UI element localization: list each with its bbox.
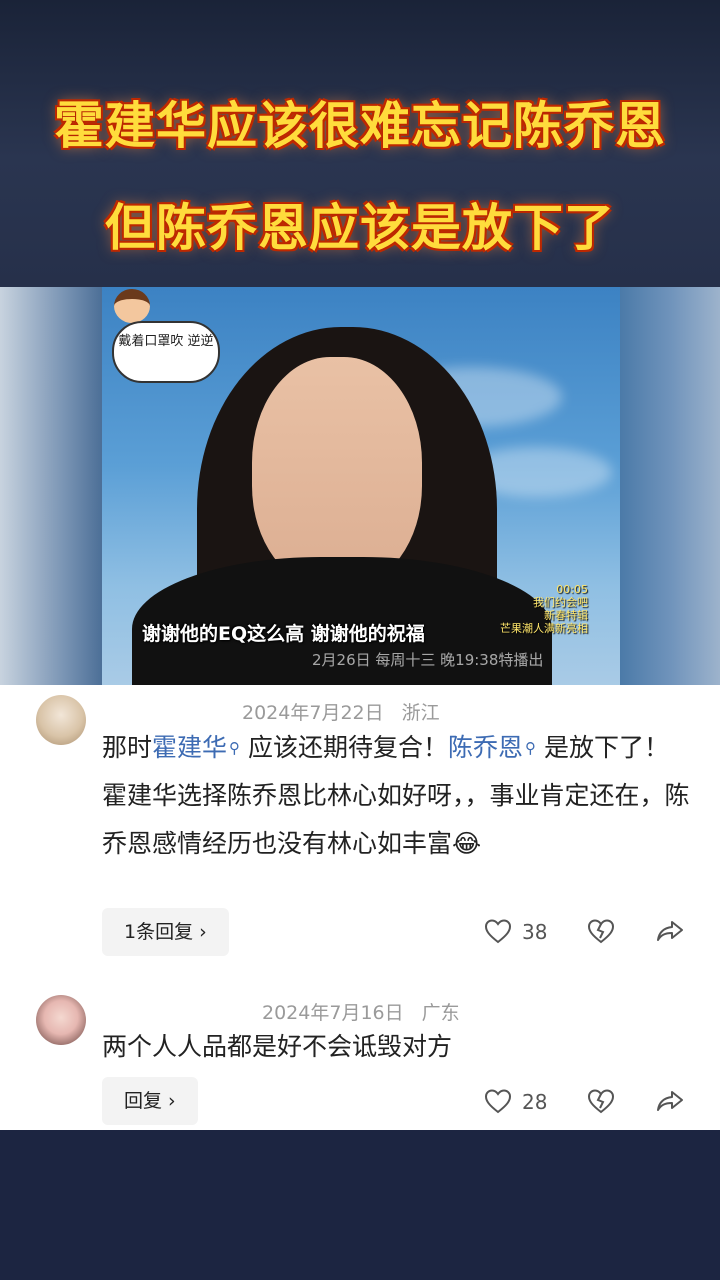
person-face <box>252 357 422 587</box>
cartoon-sticker-icon <box>114 289 150 323</box>
video-subtitle: 谢谢他的EQ这么高 谢谢他的祝福 <box>142 623 425 645</box>
avatar[interactable] <box>36 695 86 745</box>
comment-date: 2024年7月16日 <box>262 1002 404 1024</box>
comment-location: 浙江 <box>401 702 440 724</box>
video-blur-right <box>620 287 720 685</box>
mention-link[interactable]: 陈乔恩 <box>448 733 523 762</box>
avatar[interactable] <box>36 995 86 1045</box>
comment-meta: 2024年7月16日 广东 <box>262 998 460 1025</box>
comment-section: 2024年7月22日 浙江 那时霍建华 ⚲ 应该还期待复合！陈乔恩 ⚲ 是放下了！霍建… <box>0 685 720 1130</box>
video-frame[interactable]: 戴着口罩吹 逆逆 00:05 我们约会吧 新春特辑 芒果潮人满新亮相 谢谢他的E… <box>0 287 720 685</box>
video-blur-left <box>0 287 102 685</box>
mention-link[interactable]: 霍建华 <box>152 733 227 762</box>
headline-line-2: 但陈乔恩应该是放下了 <box>105 199 615 257</box>
heart-icon[interactable] <box>484 1088 512 1114</box>
view-replies-button[interactable]: 1条回复 › <box>102 908 229 956</box>
search-icon: ⚲ <box>525 739 536 757</box>
comment-text: 那时霍建华 ⚲ 应该还期待复合！陈乔恩 ⚲ 是放下了！霍建华选择陈乔恩比林心如好呀，… <box>102 733 690 858</box>
headline-area: 霍建华应该很难忘记陈乔恩 但陈乔恩应该是放下了 <box>0 0 720 287</box>
share-icon[interactable] <box>656 1088 684 1114</box>
video-ticker: 2月26日 每周十三 晚19:38特播出 <box>312 651 544 669</box>
video-content: 戴着口罩吹 逆逆 00:05 我们约会吧 新春特辑 芒果潮人满新亮相 谢谢他的E… <box>102 287 620 685</box>
comment-text: 两个人人品都是好不会诋毁对方 <box>102 1032 453 1061</box>
comment-date: 2024年7月22日 <box>242 702 384 724</box>
speech-bubble: 戴着口罩吹 逆逆 <box>112 321 220 383</box>
reply-button[interactable]: 回复 › <box>102 1077 198 1125</box>
search-icon: ⚲ <box>229 739 241 757</box>
comment-location: 广东 <box>421 1002 460 1024</box>
laughing-emoji: 😂 <box>452 829 482 858</box>
program-logo: 00:05 我们约会吧 新春特辑 芒果潮人满新亮相 <box>500 583 588 635</box>
like-count: 28 <box>522 1090 548 1114</box>
dislike-heart-icon[interactable] <box>587 918 615 944</box>
headline-line-1: 霍建华应该很难忘记陈乔恩 <box>54 97 666 155</box>
bottom-background <box>0 1130 720 1280</box>
heart-icon[interactable] <box>484 918 512 944</box>
dislike-heart-icon[interactable] <box>587 1088 615 1114</box>
comment-meta: 2024年7月22日 浙江 <box>242 698 440 725</box>
share-icon[interactable] <box>656 918 684 944</box>
like-count: 38 <box>522 920 548 944</box>
